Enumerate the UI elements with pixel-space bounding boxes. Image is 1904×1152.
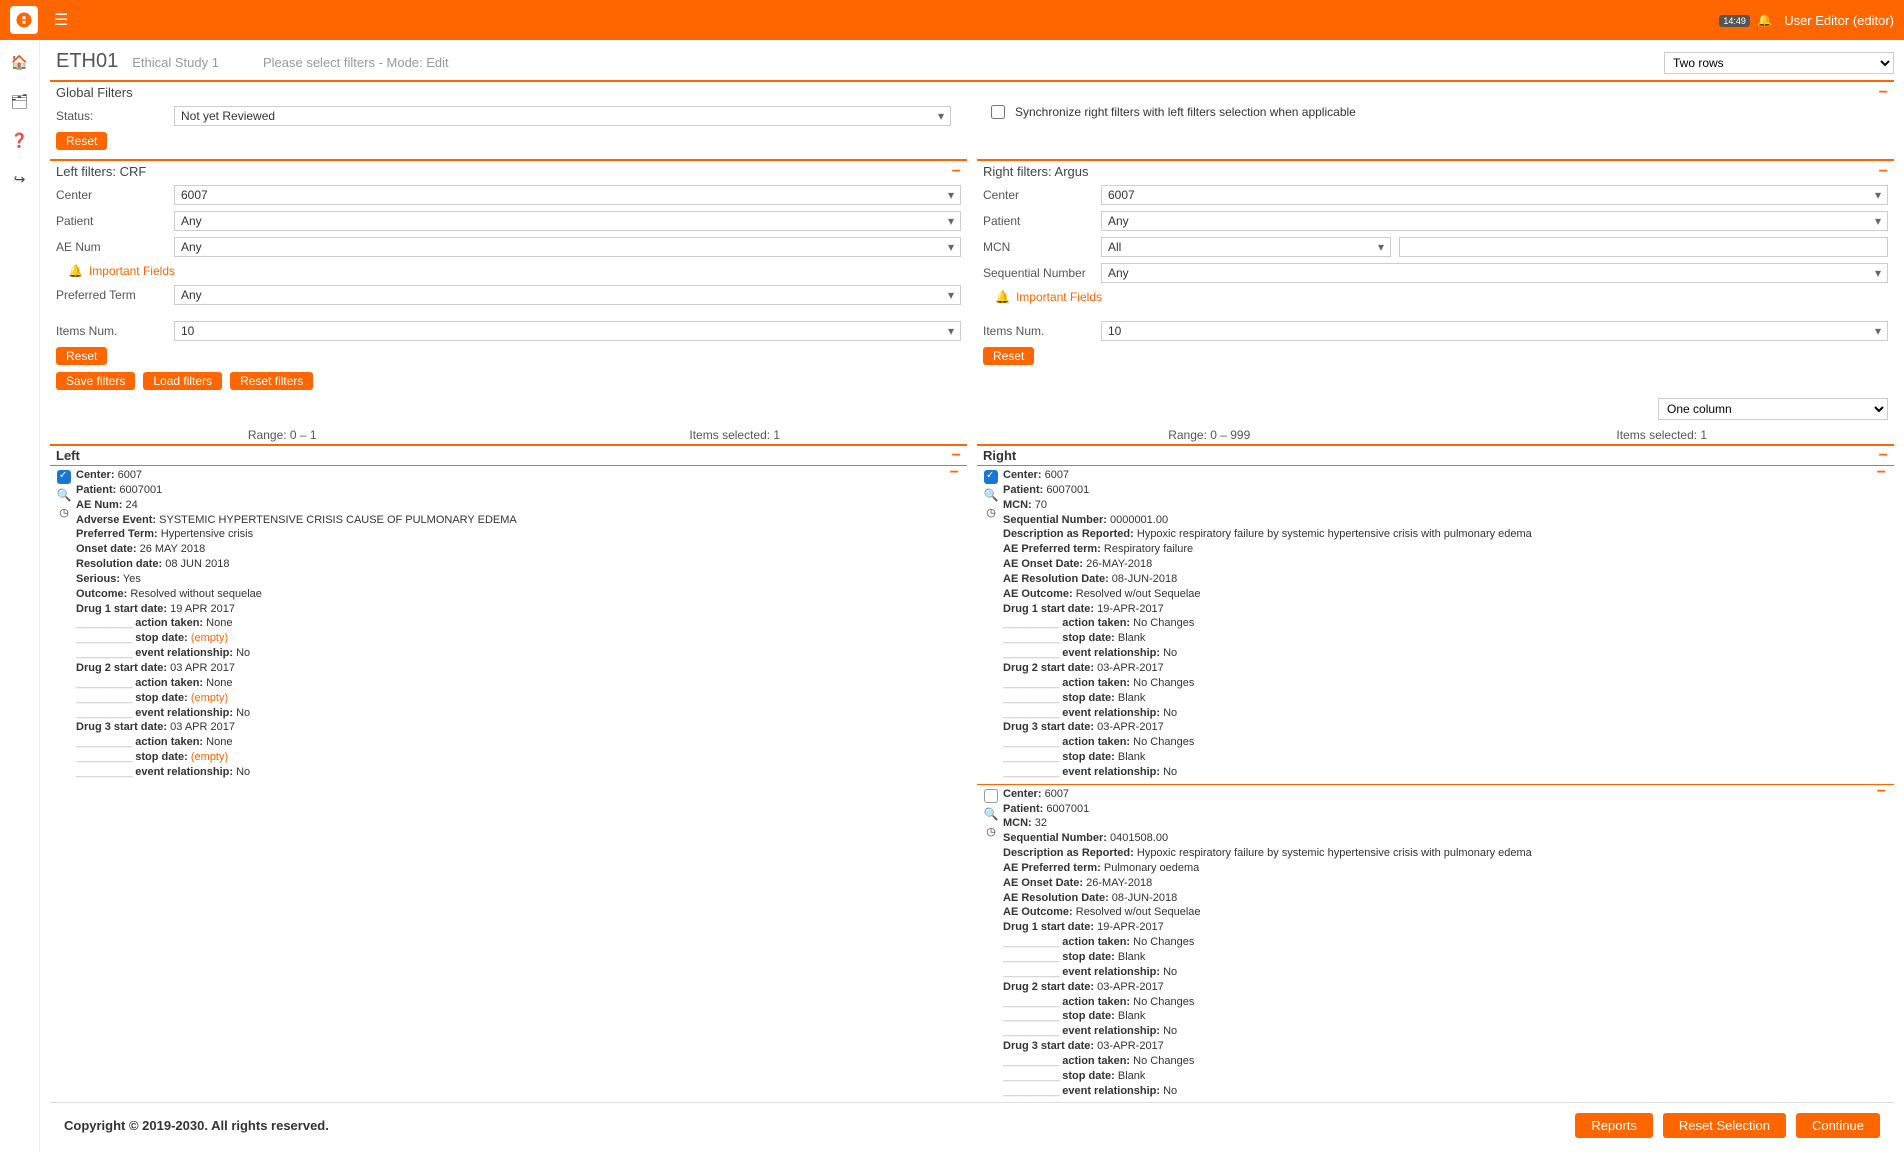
global-reset-button[interactable]: Reset <box>56 132 107 150</box>
right-center-label: Center <box>983 188 1093 202</box>
row-layout-select-wrap: Two rows <box>1664 52 1894 74</box>
reset-selection-button[interactable]: Reset Selection <box>1663 1113 1786 1138</box>
right-reset-button[interactable]: Reset <box>983 347 1034 365</box>
right-seq-select[interactable]: Any <box>1101 263 1888 283</box>
history-icon[interactable]: ◷ <box>986 825 996 838</box>
collapse-icon[interactable]: − <box>1879 167 1888 177</box>
sync-checkbox[interactable] <box>991 105 1005 119</box>
left-panel-header: Left − <box>50 444 967 465</box>
left-items-num-select[interactable]: 10 <box>174 321 961 341</box>
copyright-text: Copyright © 2019-2030. All rights reserv… <box>64 1118 329 1133</box>
collapse-icon[interactable]: − <box>1879 451 1888 461</box>
study-header: ETH01 Ethical Study 1 Please select filt… <box>50 46 1894 80</box>
left-patient-label: Patient <box>56 214 166 228</box>
right-mcn-select[interactable]: All <box>1101 237 1391 257</box>
status-label: Status: <box>56 109 166 123</box>
right-selected-text: Items selected: 1 <box>1436 428 1889 442</box>
study-code: ETH01 <box>56 50 118 73</box>
left-sidebar: 🏠 🗂 ❓ ↪ <box>0 40 40 1152</box>
right-patient-select[interactable]: Any <box>1101 211 1888 231</box>
right-mcn-label: MCN <box>983 240 1093 254</box>
card-checkbox[interactable] <box>984 789 998 803</box>
collapse-icon[interactable]: − <box>1879 88 1888 98</box>
reports-button[interactable]: Reports <box>1575 1113 1653 1138</box>
app-logo[interactable] <box>10 6 38 34</box>
left-patient-select[interactable]: Any <box>174 211 961 231</box>
right-items-num-select[interactable]: 10 <box>1101 321 1888 341</box>
left-items-num-label: Items Num. <box>56 324 166 338</box>
study-name: Ethical Study 1 <box>132 55 219 70</box>
left-panel-title: Left <box>56 448 80 463</box>
magnify-icon[interactable]: 🔍 <box>984 488 999 502</box>
left-reset-button[interactable]: Reset <box>56 347 107 365</box>
hamburger-icon[interactable]: ☰ <box>54 10 68 30</box>
study-mode-text: Please select filters - Mode: Edit <box>263 55 449 70</box>
global-filters-title: Global Filters <box>56 85 133 100</box>
status-select[interactable]: Not yet Reviewed <box>174 106 951 126</box>
card-collapse-icon[interactable]: − <box>1877 787 1886 797</box>
left-center-label: Center <box>56 188 166 202</box>
left-preferred-term-label: Preferred Term <box>56 288 166 302</box>
user-label[interactable]: User Editor (editor) <box>1784 13 1894 28</box>
right-items-num-label: Items Num. <box>983 324 1093 338</box>
help-icon[interactable]: ❓ <box>11 132 28 149</box>
history-icon[interactable]: ◷ <box>59 506 69 519</box>
right-mcn-input[interactable] <box>1399 237 1888 257</box>
right-center-select[interactable]: 6007 <box>1101 185 1888 205</box>
main-content: ETH01 Ethical Study 1 Please select filt… <box>40 40 1904 1152</box>
sync-label: Synchronize right filters with left filt… <box>1015 105 1356 119</box>
right-filters-title: Right filters: Argus <box>983 164 1089 179</box>
right-panel-header: Right − <box>977 444 1894 465</box>
notification-bell[interactable]: 14:49 🔔 <box>1719 13 1772 27</box>
right-panel-title: Right <box>983 448 1016 463</box>
history-icon[interactable]: ◷ <box>986 506 996 519</box>
time-badge: 14:49 <box>1719 15 1750 27</box>
bell-icon: 🔔 <box>1757 13 1772 27</box>
records-icon[interactable]: 🗂 <box>11 93 29 110</box>
home-icon[interactable]: 🏠 <box>11 54 28 71</box>
row-layout-select[interactable]: Two rows <box>1664 52 1894 74</box>
card-checkbox[interactable] <box>57 470 71 484</box>
continue-button[interactable]: Continue <box>1796 1113 1880 1138</box>
column-layout-select[interactable]: One column <box>1658 398 1888 420</box>
left-card-1: − 🔍 ◷ Center: 6007 Patient: 6007001 AE N… <box>50 465 967 784</box>
bell-icon: 🔔 <box>68 264 83 278</box>
reset-filters-button[interactable]: Reset filters <box>230 372 313 390</box>
left-filters-title: Left filters: CRF <box>56 164 146 179</box>
column-layout-select-wrap: One column <box>1658 398 1888 420</box>
right-card-1: − 🔍 ◷ Center: 6007 Patient: 6007001 MCN:… <box>977 465 1894 784</box>
card-collapse-icon[interactable]: − <box>1877 468 1886 478</box>
bell-icon: 🔔 <box>995 290 1010 304</box>
collapse-icon[interactable]: − <box>952 167 961 177</box>
left-important-fields[interactable]: 🔔 Important Fields <box>50 260 967 282</box>
save-filters-button[interactable]: Save filters <box>56 372 135 390</box>
right-filters-header: Right filters: Argus − <box>977 159 1894 182</box>
card-collapse-icon[interactable]: − <box>950 468 959 478</box>
left-preferred-term-select[interactable]: Any <box>174 285 961 305</box>
global-filters-header: Global Filters − <box>50 80 1894 103</box>
right-seq-label: Sequential Number <box>983 266 1093 280</box>
top-bar: ☰ 14:49 🔔 User Editor (editor) <box>0 0 1904 40</box>
right-important-fields[interactable]: 🔔 Important Fields <box>977 286 1894 308</box>
logout-icon[interactable]: ↪ <box>14 171 26 188</box>
collapse-icon[interactable]: − <box>952 451 961 461</box>
magnify-icon[interactable]: 🔍 <box>57 488 72 502</box>
footer: Copyright © 2019-2030. All rights reserv… <box>50 1102 1894 1148</box>
card-checkbox[interactable] <box>984 470 998 484</box>
left-aenum-label: AE Num <box>56 240 166 254</box>
right-card-2: − 🔍 ◷ Center: 6007 Patient: 6007001 MCN:… <box>977 784 1894 1103</box>
left-filters-header: Left filters: CRF − <box>50 159 967 182</box>
right-patient-label: Patient <box>983 214 1093 228</box>
left-selected-text: Items selected: 1 <box>509 428 962 442</box>
left-range-text: Range: 0 – 1 <box>56 428 509 442</box>
load-filters-button[interactable]: Load filters <box>143 372 222 390</box>
right-range-text: Range: 0 – 999 <box>983 428 1436 442</box>
magnify-icon[interactable]: 🔍 <box>984 807 999 821</box>
left-aenum-select[interactable]: Any <box>174 237 961 257</box>
left-center-select[interactable]: 6007 <box>174 185 961 205</box>
